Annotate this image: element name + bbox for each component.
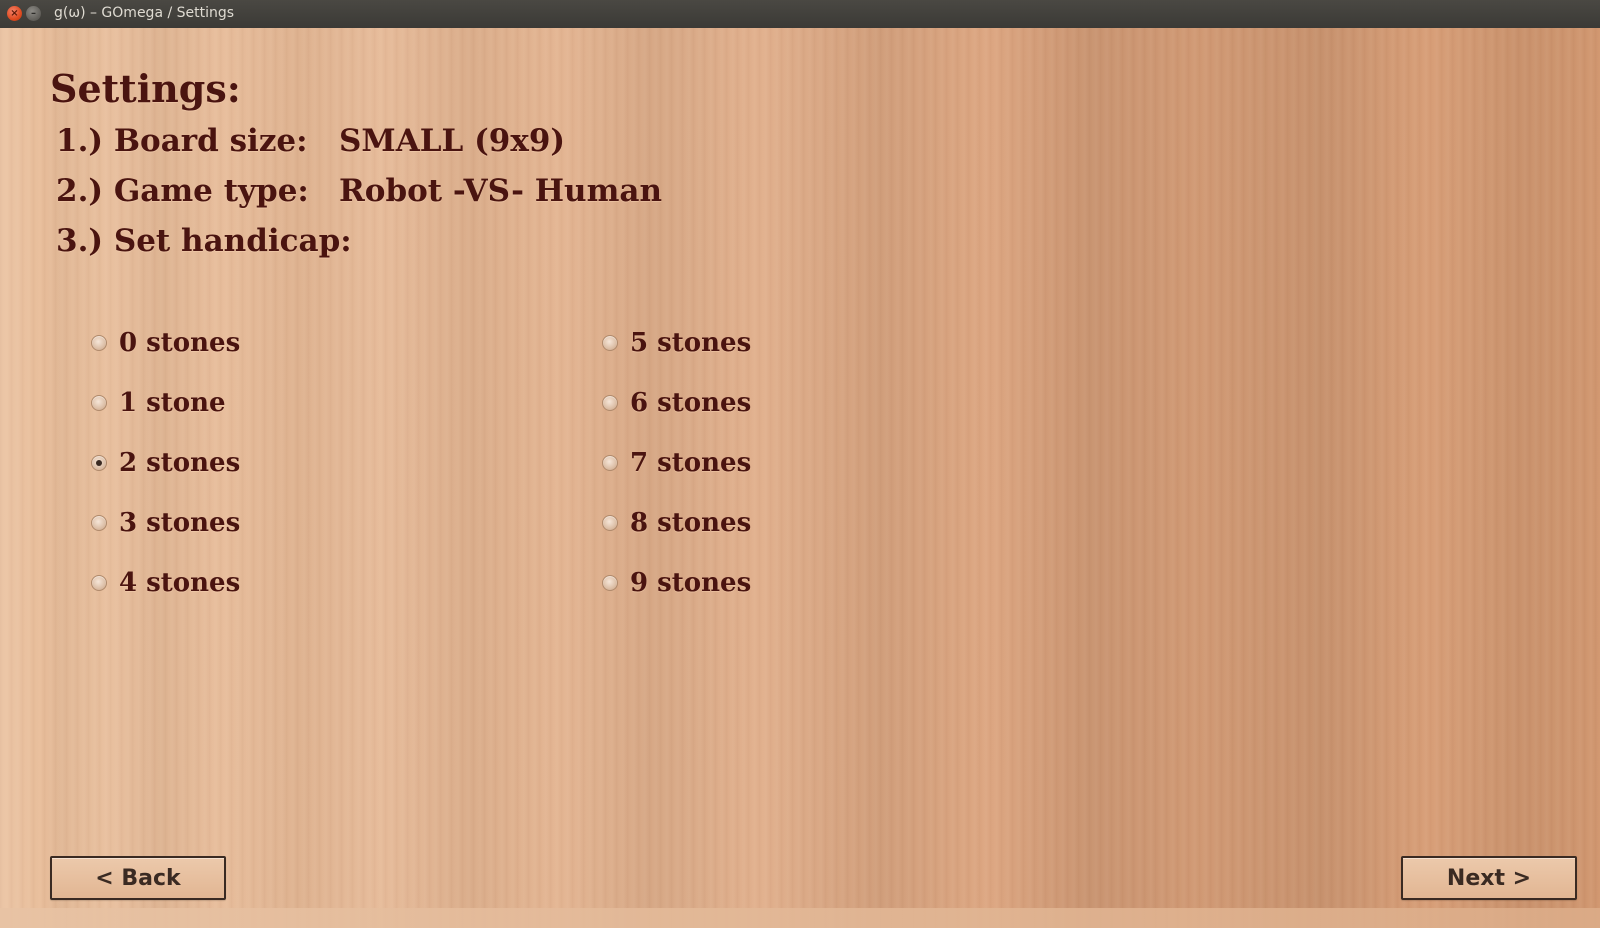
handicap-option-label: 6 stones xyxy=(630,388,752,418)
handicap-option-label: 7 stones xyxy=(630,448,752,478)
handicap-option-0[interactable]: 0 stones xyxy=(91,327,240,359)
handicap-option-label: 2 stones xyxy=(119,448,241,478)
handicap-option-5[interactable]: 5 stones xyxy=(602,327,751,359)
game-type-label: 2.) Game type: xyxy=(56,173,309,209)
handicap-option-label: 8 stones xyxy=(630,508,752,538)
radio-button[interactable] xyxy=(602,575,618,591)
handicap-label: 3.) Set handicap: xyxy=(56,223,352,259)
handicap-option-4[interactable]: 4 stones xyxy=(91,567,240,599)
radio-button[interactable] xyxy=(91,395,107,411)
handicap-option-8[interactable]: 8 stones xyxy=(602,507,751,539)
window-title: g(ω) – GOmega / Settings xyxy=(54,5,235,21)
title-bar: × – g(ω) – GOmega / Settings xyxy=(0,0,1600,28)
handicap-option-3[interactable]: 3 stones xyxy=(91,507,240,539)
handicap-option-1[interactable]: 1 stone xyxy=(91,387,226,419)
game-type-value: Robot -VS- Human xyxy=(339,173,663,209)
page-title: Settings: xyxy=(50,66,241,111)
close-window-icon[interactable]: × xyxy=(7,6,22,21)
board-size-value: SMALL (9x9) xyxy=(339,123,566,159)
handicap-option-7[interactable]: 7 stones xyxy=(602,447,751,479)
radio-button[interactable] xyxy=(602,395,618,411)
handicap-option-label: 5 stones xyxy=(630,328,752,358)
handicap-option-label: 0 stones xyxy=(119,328,241,358)
window-controls: × – xyxy=(7,6,41,21)
radio-button[interactable] xyxy=(91,515,107,531)
radio-button[interactable] xyxy=(602,455,618,471)
back-button[interactable]: < Back xyxy=(50,856,226,900)
handicap-option-9[interactable]: 9 stones xyxy=(602,567,751,599)
handicap-option-2[interactable]: 2 stones xyxy=(91,447,240,479)
app-window: × – g(ω) – GOmega / Settings Settings: 1… xyxy=(0,0,1600,928)
handicap-option-6[interactable]: 6 stones xyxy=(602,387,751,419)
board-size-label: 1.) Board size: xyxy=(56,123,308,159)
handicap-option-label: 9 stones xyxy=(630,568,752,598)
handicap-option-label: 1 stone xyxy=(119,388,226,418)
radio-button[interactable] xyxy=(91,335,107,351)
window-bottom-edge xyxy=(0,908,1600,928)
radio-button[interactable] xyxy=(91,575,107,591)
radio-button[interactable] xyxy=(602,335,618,351)
handicap-option-label: 4 stones xyxy=(119,568,241,598)
minimize-window-icon[interactable]: – xyxy=(26,6,41,21)
radio-button-selected[interactable] xyxy=(91,455,107,471)
radio-button[interactable] xyxy=(602,515,618,531)
next-button[interactable]: Next > xyxy=(1401,856,1577,900)
handicap-option-label: 3 stones xyxy=(119,508,241,538)
settings-panel: Settings: 1.) Board size: SMALL (9x9) 2.… xyxy=(0,28,1600,928)
